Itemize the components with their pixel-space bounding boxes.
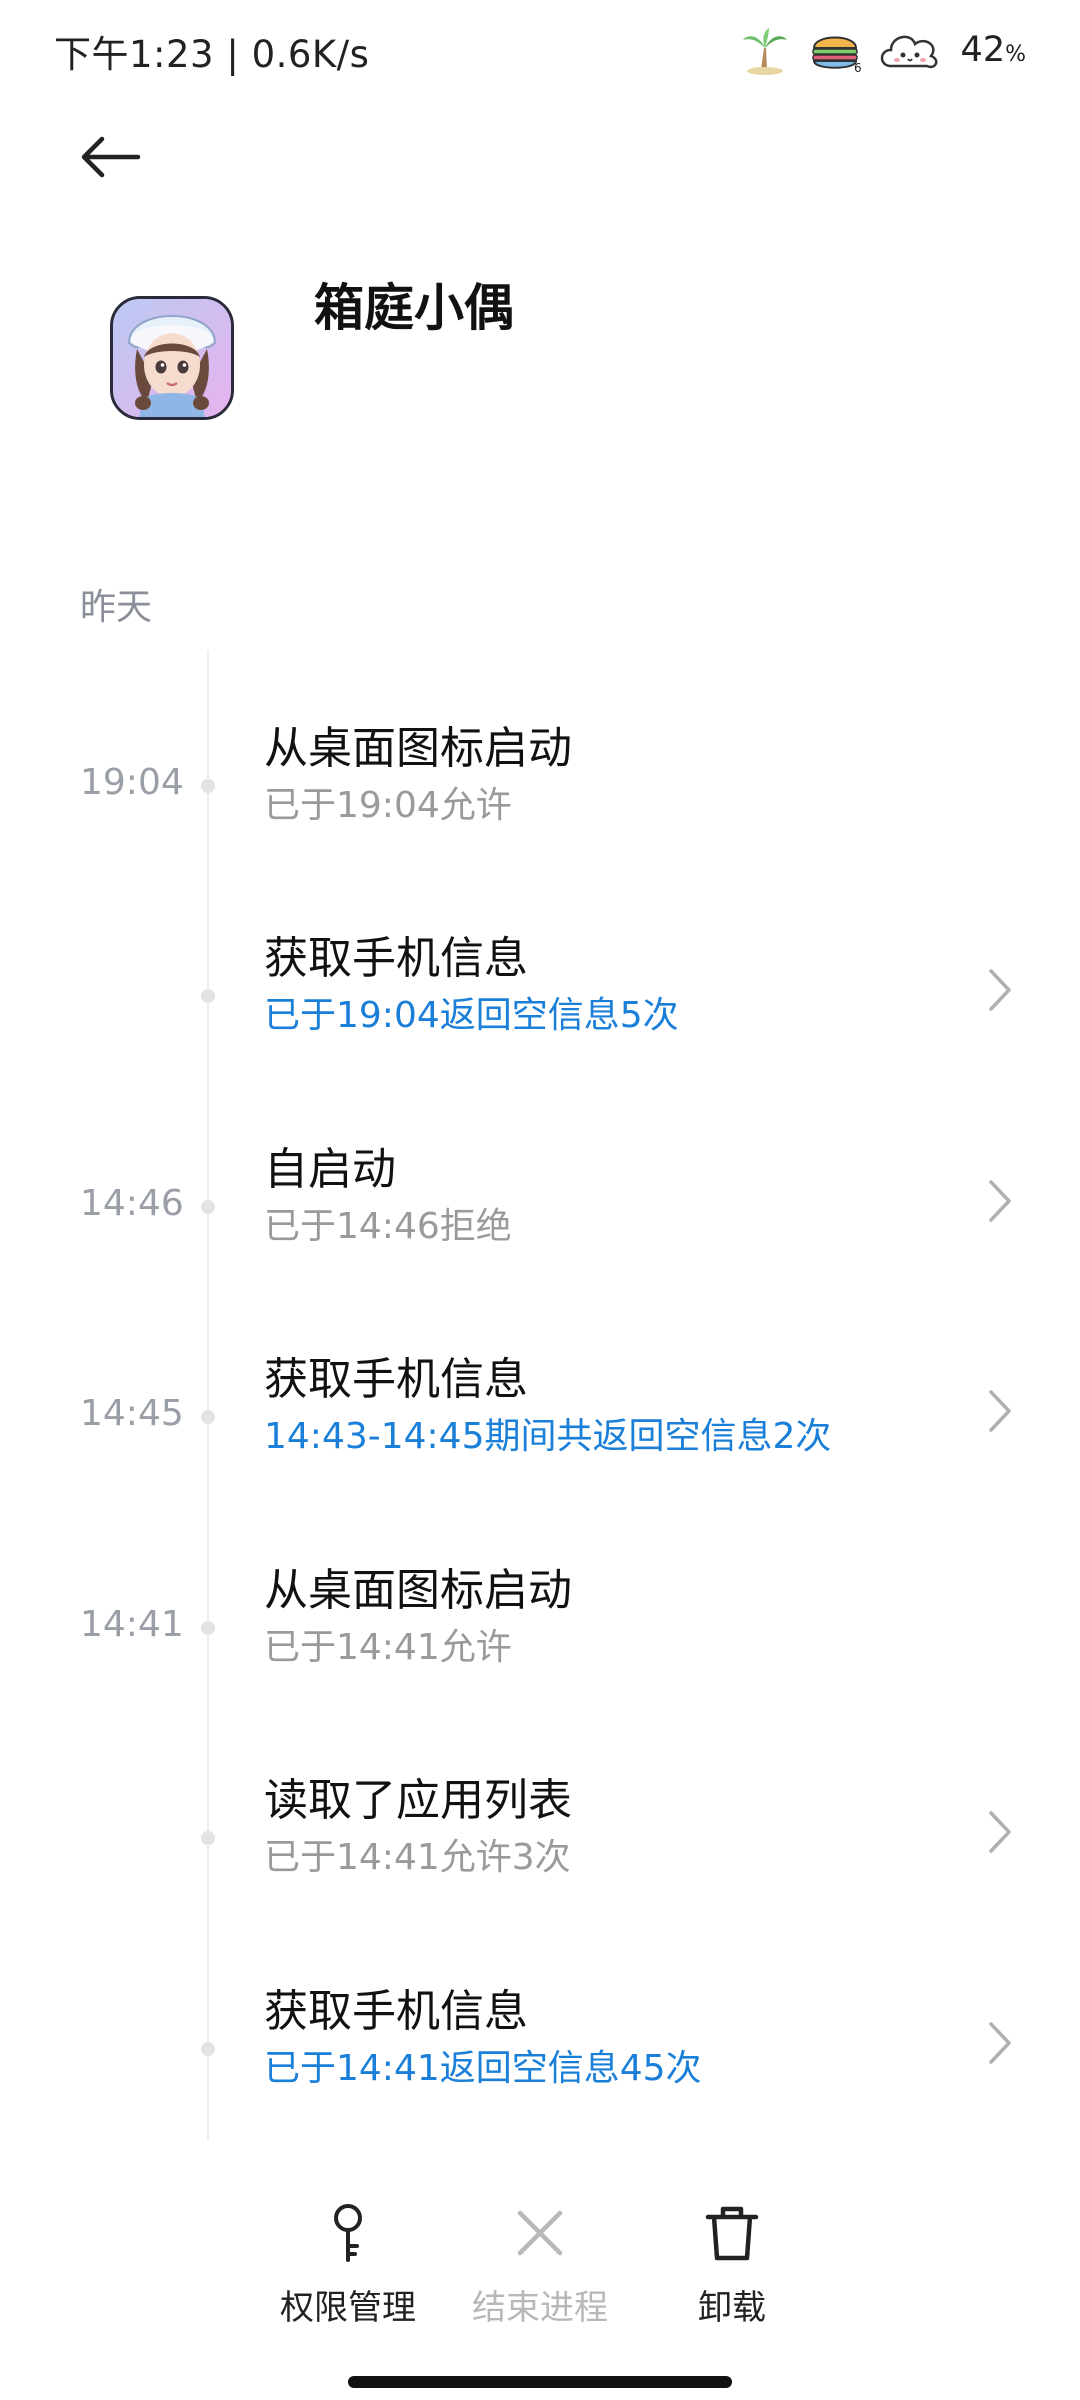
timeline-entry[interactable]: 14:46 自启动 已于14:46拒绝 <box>0 1133 1080 1303</box>
entry-title: 从桌面图标启动 <box>264 1565 572 1616</box>
svg-text:6: 6 <box>854 61 862 75</box>
entry-time: 14:45 <box>80 1393 184 1434</box>
entry-subtitle: 已于14:46拒绝 <box>264 1206 512 1247</box>
burger-icon: 6 <box>807 22 863 78</box>
entry-subtitle: 已于14:41允许 <box>264 1627 512 1668</box>
timeline-dot <box>201 1410 215 1424</box>
chevron-right-icon <box>980 1381 1020 1441</box>
chevron-right-icon <box>980 1802 1020 1862</box>
permission-management-button[interactable]: 权限管理 <box>248 2200 448 2329</box>
chevron-right-icon <box>980 1171 1020 1231</box>
entry-title: 自启动 <box>264 1144 396 1195</box>
status-icons: 6 42% <box>737 22 1026 78</box>
entry-title: 从桌面图标启动 <box>264 723 572 774</box>
uninstall-label: 卸载 <box>698 2288 766 2328</box>
entry-subtitle: 已于14:41允许3次 <box>264 1837 571 1878</box>
timeline-entry: 14:41 从桌面图标启动 已于14:41允许 <box>0 1554 1080 1724</box>
entry-time: 19:04 <box>80 762 184 803</box>
entry-subtitle: 已于19:04允许 <box>264 785 512 826</box>
chevron-right-icon <box>980 2013 1020 2073</box>
home-indicator[interactable] <box>348 2376 732 2388</box>
timeline-dot <box>201 1200 215 1214</box>
timeline-dot <box>201 1621 215 1635</box>
section-label-yesterday: 昨天 <box>80 587 153 628</box>
doll-avatar-icon <box>113 299 231 417</box>
back-button[interactable] <box>70 122 150 192</box>
close-x-icon <box>440 2200 640 2266</box>
timeline-dot <box>201 989 215 1003</box>
back-arrow-icon <box>81 136 141 178</box>
entry-title: 读取了应用列表 <box>264 1775 572 1826</box>
entry-title: 获取手机信息 <box>264 1354 528 1405</box>
bottom-action-bar: 权限管理 结束进程 卸载 <box>0 2180 1080 2330</box>
timeline-entry[interactable]: 读取了应用列表 已于14:41允许3次 <box>0 1764 1080 1934</box>
cloud-face-icon <box>877 22 943 78</box>
uninstall-button[interactable]: 卸载 <box>632 2200 832 2329</box>
status-bar: 下午1:23 | 0.6K/s 6 42% <box>0 0 1080 100</box>
entry-subtitle: 已于14:41返回空信息45次 <box>264 2048 702 2089</box>
status-time-speed: 下午1:23 | 0.6K/s <box>54 33 370 76</box>
timeline-entry[interactable]: 14:45 获取手机信息 14:43-14:45期间共返回空信息2次 <box>0 1343 1080 1513</box>
entry-subtitle: 已于19:04返回空信息5次 <box>264 995 679 1036</box>
trash-icon <box>632 2200 832 2266</box>
entry-title: 获取手机信息 <box>264 1986 528 2037</box>
timeline-dot <box>201 779 215 793</box>
timeline-entry: 19:04 从桌面图标启动 已于19:04允许 <box>0 712 1080 882</box>
battery-level: 42% <box>960 30 1026 70</box>
timeline-dot <box>201 2042 215 2056</box>
end-process-label: 结束进程 <box>472 2288 608 2328</box>
entry-subtitle: 14:43-14:45期间共返回空信息2次 <box>264 1416 832 1457</box>
key-icon <box>248 2200 448 2266</box>
entry-time: 14:41 <box>80 1604 184 1645</box>
entry-title: 获取手机信息 <box>264 933 528 984</box>
permission-management-label: 权限管理 <box>280 2288 416 2328</box>
timeline-entry[interactable]: 获取手机信息 已于19:04返回空信息5次 <box>0 922 1080 1092</box>
palm-tree-icon <box>737 22 793 78</box>
timeline-dot <box>201 1831 215 1845</box>
app-name: 箱庭小偶 <box>314 279 514 337</box>
entry-time: 14:46 <box>80 1183 184 1224</box>
timeline-entry[interactable]: 获取手机信息 已于14:41返回空信息45次 <box>0 1975 1080 2145</box>
chevron-right-icon <box>980 960 1020 1020</box>
app-icon <box>110 296 234 420</box>
end-process-button[interactable]: 结束进程 <box>440 2200 640 2329</box>
